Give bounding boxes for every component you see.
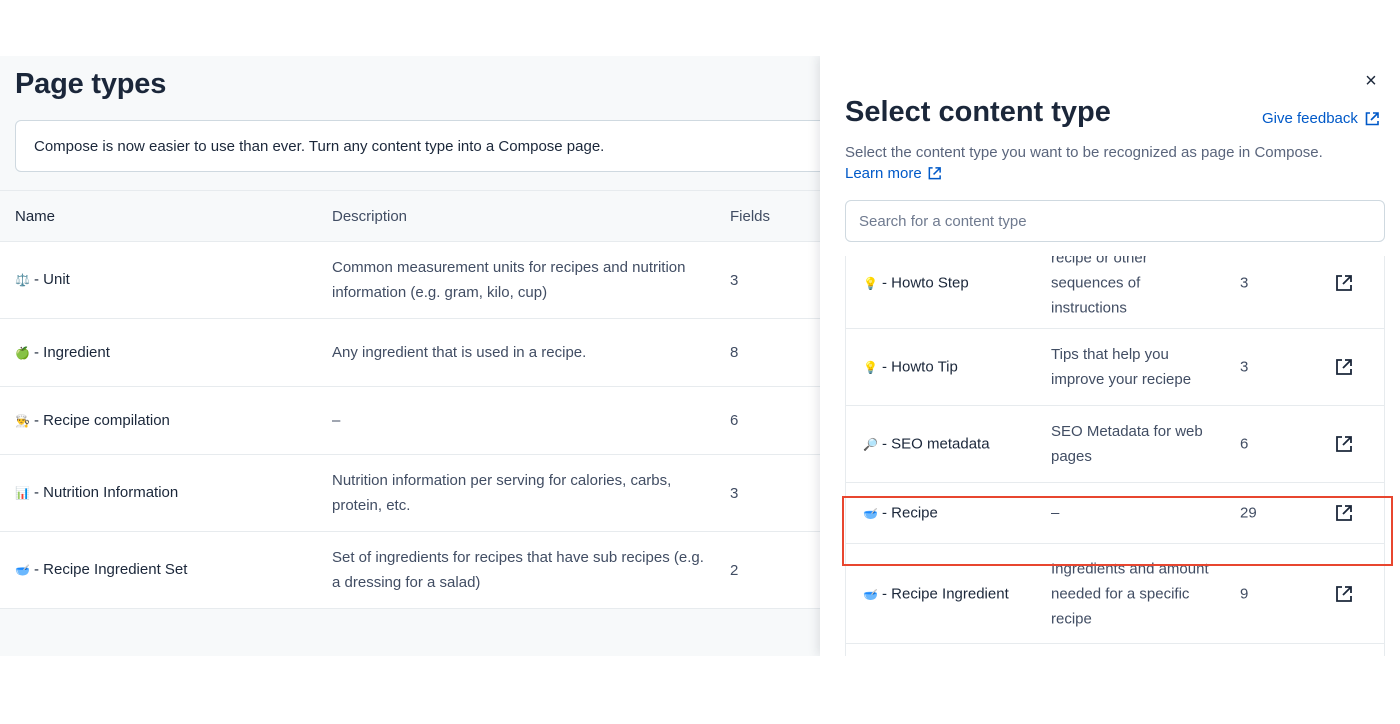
item-name: - Howto Tip: [882, 358, 958, 376]
list-item[interactable]: 🥣 - Recipe – 29: [846, 483, 1384, 544]
item-fields: 6: [1240, 435, 1249, 453]
item-description: Tips that help you improve your reciepe: [1051, 346, 1192, 388]
item-description: –: [1051, 504, 1060, 522]
open-external-icon[interactable]: [1334, 434, 1354, 454]
row-description: –: [332, 386, 730, 455]
close-icon[interactable]: ×: [1360, 70, 1382, 92]
row-name-cell: 🍏 - Ingredient: [0, 318, 332, 387]
apple-icon: 🍏: [15, 345, 30, 360]
list-item[interactable]: 💡 - Howto Step recipe or other sequences …: [846, 256, 1384, 329]
list-item[interactable]: 🥣 - Recipe Ingredient Ingredients and amo…: [846, 544, 1384, 644]
row-description: Nutrition information per serving for ca…: [332, 454, 730, 532]
list-item[interactable]: 💡 - Howto Tip Tips that help you improve …: [846, 329, 1384, 406]
panel-description: Select the content type you want to be r…: [845, 142, 1365, 184]
table-header-row: Name Description Fields: [0, 190, 860, 242]
item-fields: 3: [1240, 358, 1249, 376]
row-name-cell: 📊 - Nutrition Information: [0, 454, 332, 532]
give-feedback-link[interactable]: Give feedback: [1262, 110, 1380, 127]
learn-more-link[interactable]: Learn more: [845, 163, 942, 184]
item-name-cell: 💡 - Howto Tip: [863, 359, 958, 376]
magnifier-icon: 🔎: [863, 437, 878, 452]
learn-more-label: Learn more: [845, 165, 922, 182]
row-description: Common measurement units for recipes and…: [332, 241, 730, 319]
info-notice: Compose is now easier to use than ever. …: [15, 120, 855, 172]
item-name-cell: 🔎 - SEO metadata: [863, 436, 990, 453]
page-types-view: Page types Compose is now easier to use …: [0, 56, 860, 656]
row-name: - Unit: [34, 271, 70, 288]
app-area: Page types Compose is now easier to use …: [0, 56, 1400, 656]
item-name: - Recipe Ingredient: [882, 585, 1009, 602]
open-external-icon[interactable]: [1334, 503, 1354, 523]
table-row[interactable]: 📊 - Nutrition Information Nutrition infor…: [0, 454, 860, 532]
row-name-cell: 👨‍🍳 - Recipe compilation: [0, 386, 332, 455]
bowl-icon: 🥣: [15, 563, 30, 577]
scale-icon: ⚖️: [15, 273, 30, 287]
row-name: - Nutrition Information: [34, 484, 179, 501]
panel-title: Select content type: [845, 96, 1111, 128]
page-title: Page types: [15, 68, 167, 100]
item-fields: 9: [1240, 585, 1249, 602]
open-external-icon[interactable]: [1334, 584, 1354, 604]
row-description: Set of ingredients for recipes that have…: [332, 531, 730, 609]
column-header-description[interactable]: Description: [332, 190, 730, 242]
bar-chart-icon: 📊: [15, 486, 30, 500]
item-fields: 3: [1240, 274, 1249, 292]
lightbulb-icon: 💡: [863, 360, 878, 375]
row-name-cell: ⚖️ - Unit: [0, 241, 332, 319]
open-external-icon[interactable]: [1334, 357, 1354, 377]
table-row[interactable]: 🥣 - Recipe Ingredient Set Set of ingredie…: [0, 531, 860, 609]
select-content-type-panel: × Select content type Give feedback Sele…: [820, 56, 1400, 656]
item-description: SEO Metadata for web pages: [1051, 423, 1203, 465]
item-name: - Recipe: [882, 504, 938, 522]
row-name: - Ingredient: [34, 343, 110, 361]
external-link-icon: [928, 167, 941, 180]
item-name-cell: 🥣 - Recipe: [863, 505, 938, 522]
row-name: - Recipe compilation: [34, 411, 170, 429]
list-item[interactable]: 🔎 - SEO metadata SEO Metadata for web pag…: [846, 406, 1384, 483]
give-feedback-label: Give feedback: [1262, 110, 1358, 127]
lightbulb-icon: 💡: [863, 276, 878, 291]
panel-description-text: Select the content type you want to be r…: [845, 144, 1323, 161]
open-external-icon[interactable]: [1334, 273, 1354, 293]
content-type-list: 💡 - Howto Step recipe or other sequences …: [845, 256, 1385, 656]
chef-icon: 👨‍🍳: [15, 413, 30, 428]
external-link-icon: [1365, 111, 1379, 125]
bowl-icon: 🥣: [863, 587, 878, 601]
page-types-table: Name Description Fields ⚖️ - Unit Common …: [0, 190, 860, 609]
item-name: - Howto Step: [882, 274, 969, 292]
table-row[interactable]: 👨‍🍳 - Recipe compilation – 6: [0, 386, 860, 455]
table-row[interactable]: ⚖️ - Unit Common measurement units for re…: [0, 241, 860, 319]
item-name-cell: 🥣 - Recipe Ingredient: [863, 585, 1009, 602]
item-name: - SEO metadata: [882, 435, 990, 453]
content-type-search-input[interactable]: [845, 200, 1385, 242]
row-description: Any ingredient that is used in a recipe.: [332, 318, 730, 387]
column-header-name[interactable]: Name: [0, 190, 332, 242]
item-description: recipe or other sequences of instruction…: [1051, 256, 1148, 317]
item-fields: 29: [1240, 504, 1257, 522]
item-name-cell: 💡 - Howto Step: [863, 275, 969, 292]
bowl-icon: 🥣: [863, 506, 878, 521]
row-name-cell: 🥣 - Recipe Ingredient Set: [0, 531, 332, 609]
table-row[interactable]: 🍏 - Ingredient Any ingredient that is use…: [0, 318, 860, 387]
item-description: Ingredients and amount needed for a spec…: [1051, 560, 1209, 627]
row-name: - Recipe Ingredient Set: [34, 561, 188, 578]
